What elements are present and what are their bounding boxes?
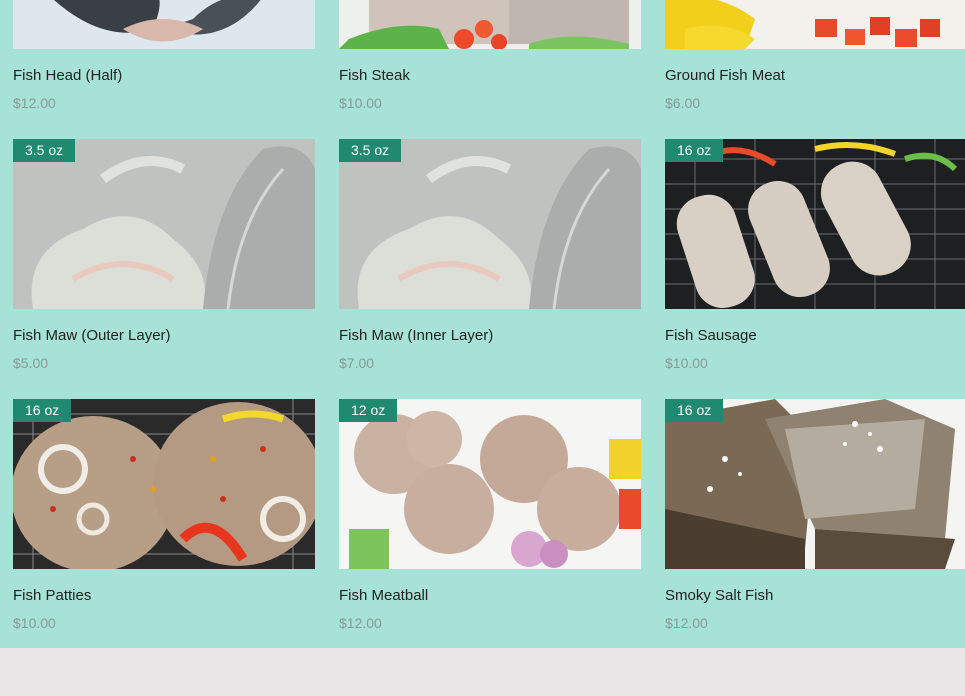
product-name[interactable]: Fish Sausage <box>665 327 757 344</box>
weight-badge: 16 oz <box>13 399 72 422</box>
product-image-fish-head[interactable] <box>13 0 315 49</box>
product-price: $5.00 <box>13 355 49 371</box>
page-footer-area <box>0 648 965 696</box>
product-price: $10.00 <box>13 615 56 631</box>
product-name[interactable]: Fish Maw (Inner Layer) <box>339 327 493 344</box>
product-name[interactable]: Fish Head (Half) <box>13 67 122 84</box>
weight-badge: 12 oz <box>339 399 398 422</box>
product-image-fish-maw-inner[interactable]: 3.5 oz <box>339 139 641 309</box>
product-price: $12.00 <box>665 615 708 631</box>
product-image-fish-meatball[interactable]: 12 oz <box>339 399 641 569</box>
product-price: $7.00 <box>339 355 375 371</box>
product-image-fish-sausage[interactable]: 16 oz <box>665 139 965 309</box>
weight-badge: 3.5 oz <box>13 139 76 162</box>
product-name[interactable]: Fish Patties <box>13 587 91 604</box>
product-image-fish-steak[interactable] <box>339 0 641 49</box>
product-price: $12.00 <box>339 615 382 631</box>
product-name[interactable]: Ground Fish Meat <box>665 67 785 84</box>
product-name[interactable]: Fish Meatball <box>339 587 428 604</box>
product-name[interactable]: Smoky Salt Fish <box>665 587 773 604</box>
product-name[interactable]: Fish Steak <box>339 67 410 84</box>
weight-badge: 16 oz <box>665 399 724 422</box>
product-image-fish-maw-outer[interactable]: 3.5 oz <box>13 139 315 309</box>
product-name[interactable]: Fish Maw (Outer Layer) <box>13 327 171 344</box>
product-price: $12.00 <box>13 95 56 111</box>
product-image-fish-patties[interactable]: 16 oz <box>13 399 315 569</box>
product-image-ground-fish-meat[interactable] <box>665 0 965 49</box>
product-price: $6.00 <box>665 95 701 111</box>
product-price: $10.00 <box>339 95 382 111</box>
product-image-smoky-salt-fish[interactable]: 16 oz <box>665 399 965 569</box>
weight-badge: 16 oz <box>665 139 724 162</box>
product-price: $10.00 <box>665 355 708 371</box>
weight-badge: 3.5 oz <box>339 139 402 162</box>
product-gallery-section: Fish Head (Half) $12.00 Fish Steak $10.0… <box>0 0 965 648</box>
